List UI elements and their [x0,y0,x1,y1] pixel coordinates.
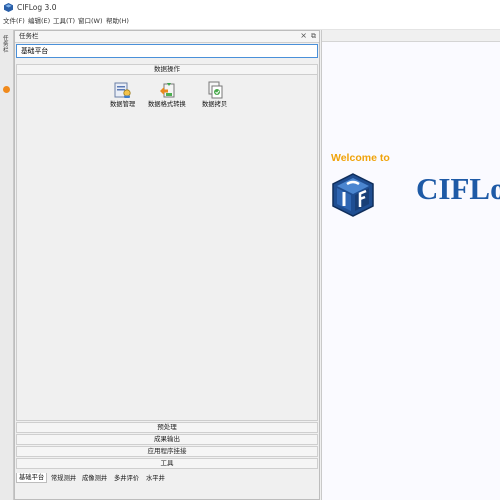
welcome-text: Welcome to [331,152,390,164]
tool-data-management-label: 数据管理 [110,101,136,108]
tool-data-copy-label: 数据拷贝 [202,101,228,108]
menu-window[interactable]: 窗口(W) [78,17,103,26]
tool-data-management[interactable]: 数据管理 [110,81,135,109]
task-panel-header: 任务栏 × ⧉ [15,31,319,43]
welcome-pane-header [322,30,500,42]
task-panel-title: 任务栏 [19,32,39,40]
window-title: CIFLog 3.0 [17,3,57,12]
float-window-icon[interactable]: ⧉ [311,32,316,41]
side-tab-task-panel[interactable]: 任务栏 [3,36,10,54]
platform-select[interactable]: 基础平台 [16,44,318,58]
section-preprocess[interactable]: 预处理 [16,422,318,433]
app-logo-icon [4,3,13,12]
platform-select-value: 基础平台 [21,47,49,55]
tab-conventional-logging[interactable]: 常规测井 [51,474,76,483]
palette-icon[interactable] [3,86,10,93]
data-copy-icon [208,81,223,99]
title-bar: CIFLog 3.0 [0,0,500,15]
tab-horizontal-well[interactable]: 水平井 [146,474,165,483]
menu-help[interactable]: 帮助(H) [106,17,129,26]
tab-basic-platform[interactable]: 基础平台 [16,473,48,483]
tool-format-conversion-label: 数据格式转换 [148,101,186,108]
section-tools[interactable]: 工具 [16,458,318,469]
ciflog-logo-icon [332,173,374,217]
section-plugins[interactable]: 应用程序挂接 [16,446,318,457]
menu-edit[interactable]: 编辑(E) [28,17,50,26]
tool-data-copy[interactable]: 数据拷贝 [202,81,227,109]
welcome-pane: Welcome to CIFLo [321,30,500,500]
tab-imaging-logging[interactable]: 成像测井 [82,474,107,483]
data-ops-content: 数据管理 数据格式转换 数据拷贝 [16,74,318,421]
product-name: CIFLo [416,171,500,206]
format-conversion-icon [159,83,175,98]
menu-file[interactable]: 文件(F) [3,17,25,26]
task-panel: 任务栏 × ⧉ 基础平台 数据操作 数据管理 数据格式转换 数据拷贝 预处理 成… [14,30,320,500]
tool-format-conversion[interactable]: 数据格式转换 [148,81,186,109]
section-output[interactable]: 成果输出 [16,434,318,445]
menu-bar: 文件(F) 编辑(E) 工具(T) 窗口(W) 帮助(H) [0,15,500,30]
platform-tab-bar: 基础平台 常规测井 成像测井 多井评价 水平井 [15,473,319,485]
close-icon[interactable]: × [300,31,307,41]
menu-tools[interactable]: 工具(T) [53,17,75,26]
data-management-icon [114,82,131,98]
side-tab-strip: 任务栏 [0,30,14,500]
tab-multi-well-evaluation[interactable]: 多井评价 [114,474,139,483]
